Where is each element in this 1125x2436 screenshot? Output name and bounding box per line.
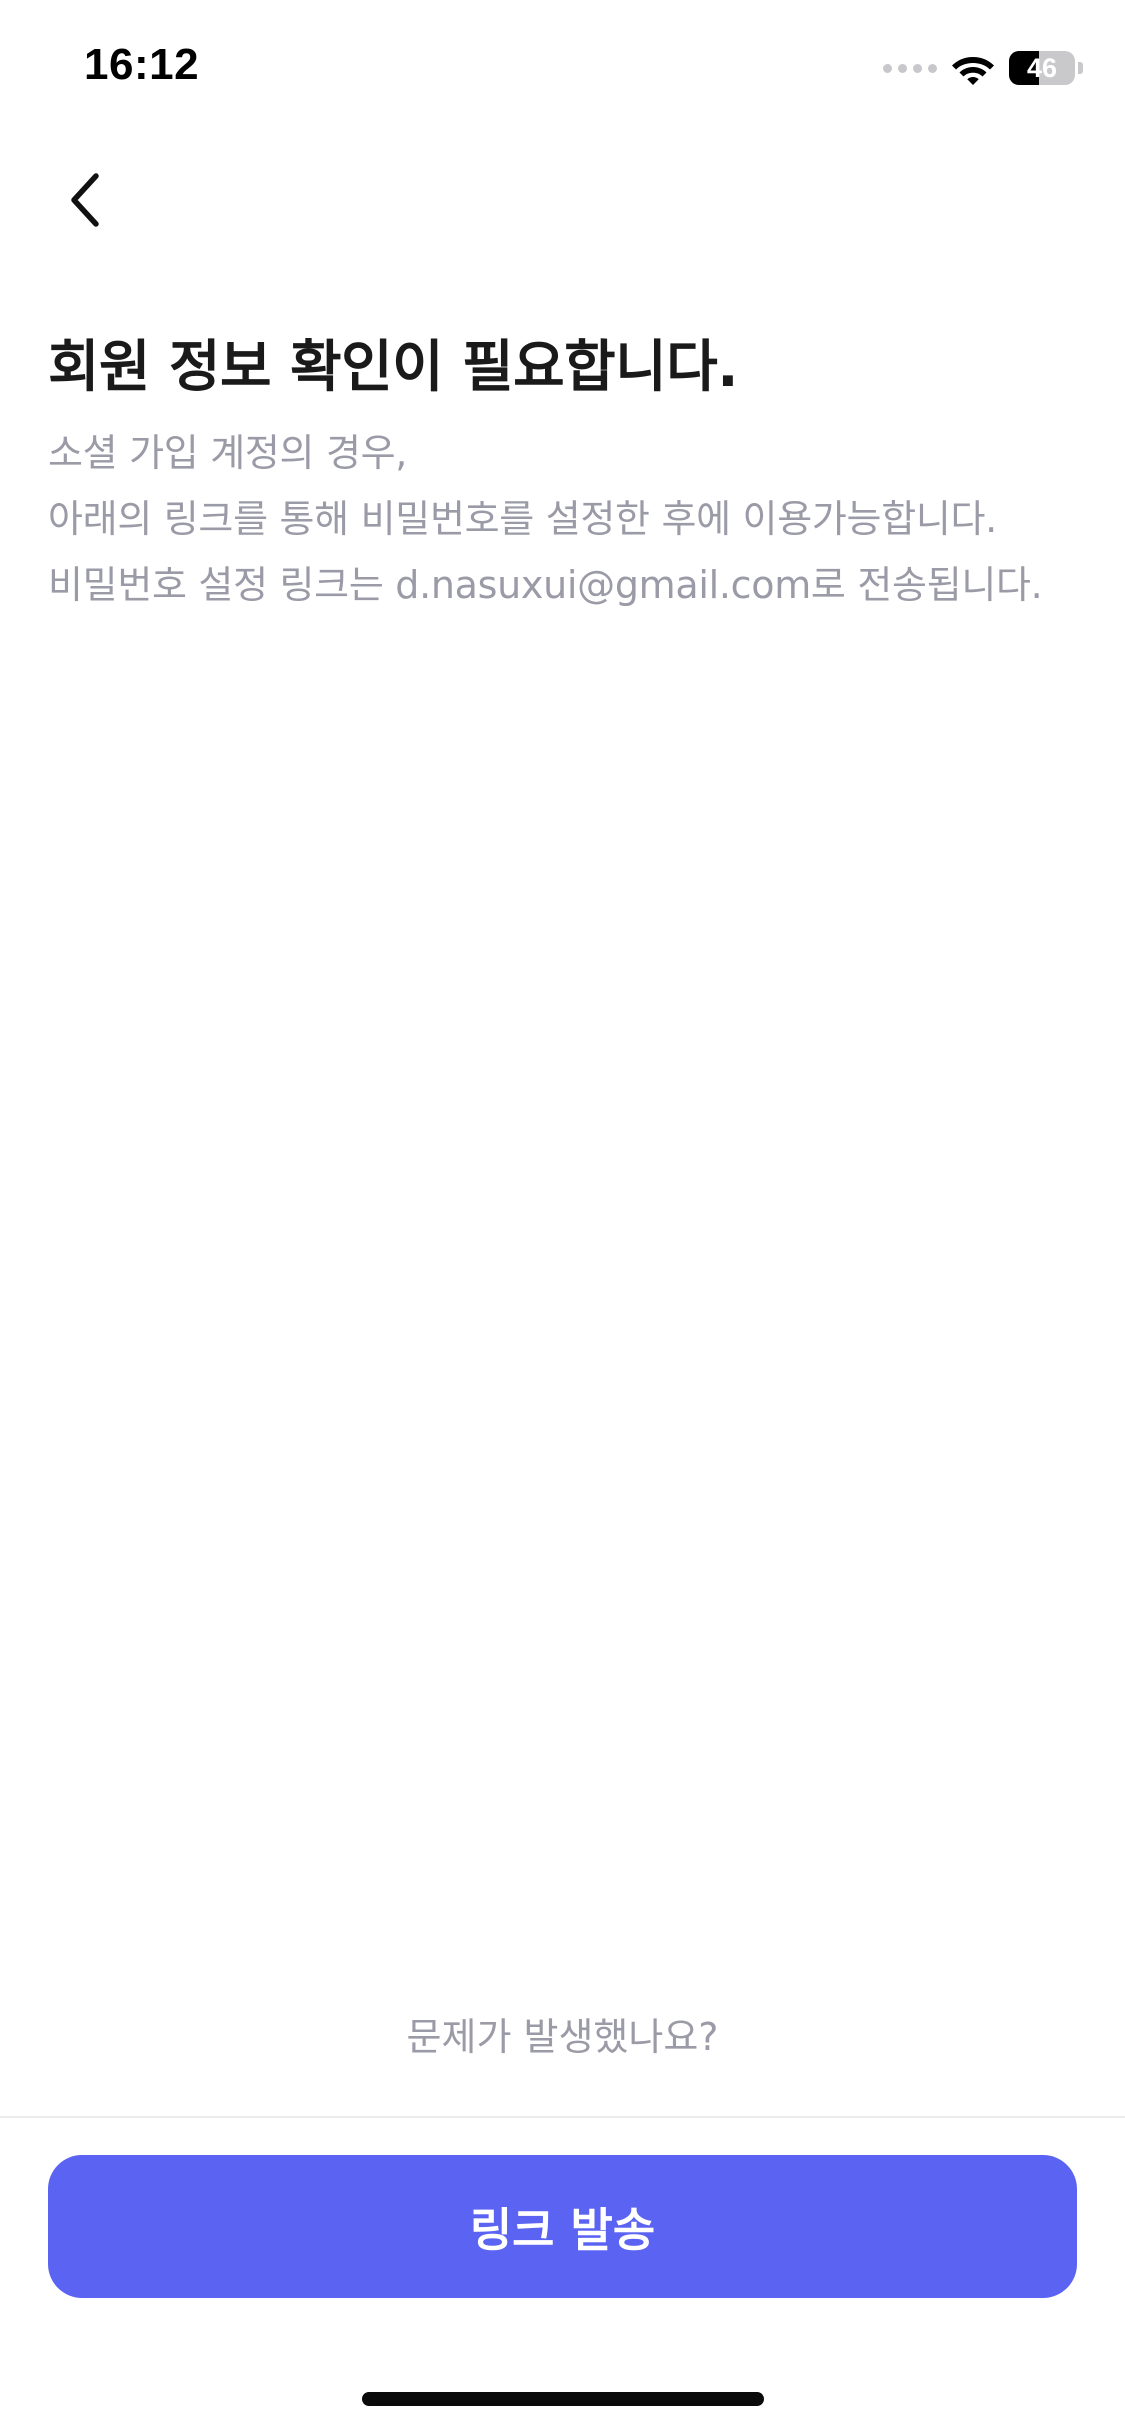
status-icons: 46 [883, 48, 1083, 88]
home-indicator [362, 2392, 764, 2406]
signal-dots-icon [883, 63, 937, 73]
description-line: 비밀번호 설정 링크는 d.nasuxui@gmail.com로 전송됩니다. [48, 563, 1043, 607]
chevron-left-icon [71, 173, 99, 227]
send-link-button[interactable]: 링크 발송 [48, 2155, 1077, 2298]
description: 소셜 가입 계정의 경우, 아래의 링크를 통해 비밀번호를 설정한 후에 이용… [48, 420, 1083, 618]
description-line: 소셜 가입 계정의 경우, [48, 431, 408, 475]
status-bar: 16:12 46 [0, 0, 1125, 140]
status-time: 16:12 [84, 40, 200, 89]
page-title: 회원 정보 확인이 필요합니다. [48, 335, 739, 400]
wifi-icon [952, 57, 994, 85]
description-line: 아래의 링크를 통해 비밀번호를 설정한 후에 이용가능합니다. [48, 497, 997, 541]
battery-cap [1078, 62, 1083, 74]
divider [0, 2116, 1125, 2118]
battery-level: 46 [1026, 52, 1058, 83]
battery-icon: 46 [1009, 51, 1075, 85]
back-button[interactable] [46, 160, 126, 240]
help-link[interactable]: 문제가 발생했나요? [0, 2004, 1125, 2070]
